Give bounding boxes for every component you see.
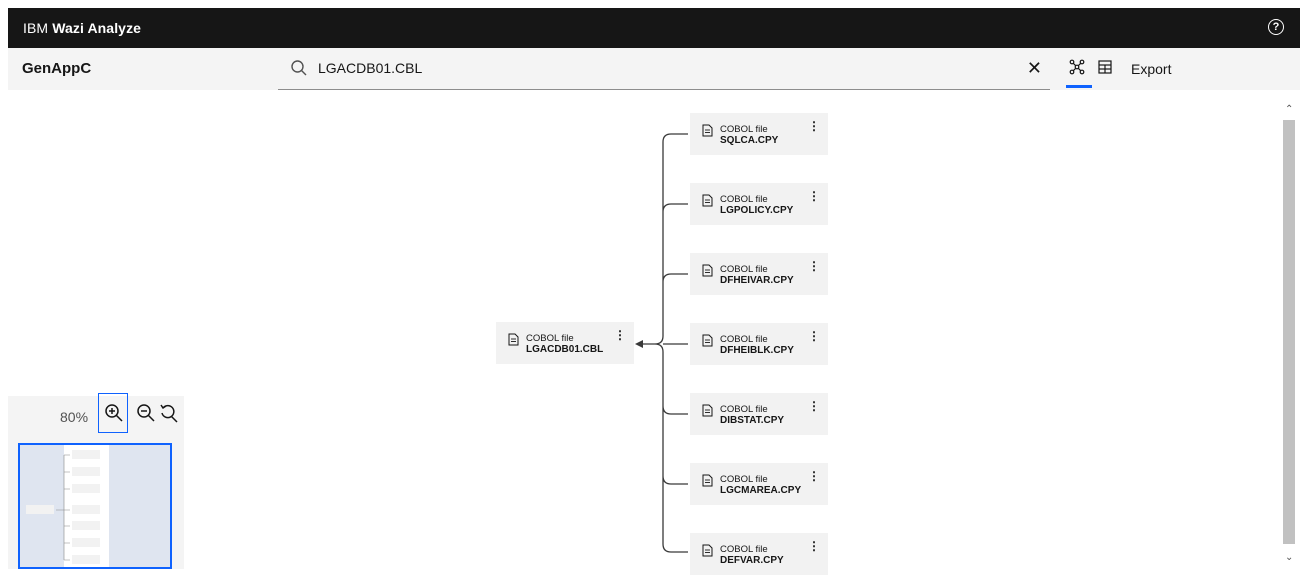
minimap-node	[72, 521, 100, 530]
node-type: COBOL file	[720, 544, 768, 555]
minimap-node	[72, 467, 100, 476]
node-type: COBOL file	[720, 124, 768, 135]
edge-lines	[642, 133, 688, 553]
edge-arrowhead	[635, 340, 643, 348]
zoom-in-button[interactable]	[98, 393, 128, 433]
graph-node-dependency[interactable]: COBOL file DFHEIBLK.CPY ⋮	[690, 323, 828, 365]
help-icon[interactable]: ?	[1268, 19, 1284, 35]
graph-node-dependency[interactable]: COBOL file DFHEIVAR.CPY ⋮	[690, 253, 828, 295]
zoom-panel: 80%	[8, 393, 184, 569]
zoom-out-icon	[137, 404, 155, 422]
search-input[interactable]: LGACDB01.CBL	[318, 60, 422, 76]
reset-zoom-icon	[160, 404, 178, 423]
graph-view-icon[interactable]	[1068, 58, 1086, 81]
project-name: GenAppC	[22, 60, 92, 77]
export-button[interactable]: Export	[1131, 61, 1171, 77]
node-name: DEFVAR.CPY	[720, 555, 784, 566]
minimap-node	[72, 555, 100, 564]
vertical-scrollbar[interactable]: ⌃ ⌄	[1283, 100, 1295, 569]
graph-node-dependency[interactable]: COBOL file SQLCA.CPY ⋮	[690, 113, 828, 155]
scrollbar-thumb[interactable]	[1283, 120, 1295, 544]
node-name: DFHEIBLK.CPY	[720, 345, 794, 356]
file-icon	[702, 264, 713, 277]
node-name: DIBSTAT.CPY	[720, 415, 785, 426]
node-type: COBOL file	[720, 194, 768, 205]
minimap[interactable]	[18, 443, 172, 569]
minimap-node	[72, 505, 100, 514]
node-name: LGCMAREA.CPY	[720, 485, 802, 496]
graph-node-dependency[interactable]: COBOL file LGCMAREA.CPY ⋮	[690, 463, 828, 505]
minimap-node	[72, 538, 100, 547]
overflow-menu-icon[interactable]: ⋮	[808, 120, 820, 132]
node-name: LGPOLICY.CPY	[720, 205, 794, 216]
node-name: SQLCA.CPY	[720, 135, 779, 146]
minimap-node	[72, 484, 100, 493]
file-icon	[508, 333, 519, 346]
overflow-menu-icon[interactable]: ⋮	[614, 329, 626, 341]
toolbar: GenAppC LGACDB01.CBL ✕ Export	[8, 48, 1300, 90]
file-icon	[702, 404, 713, 417]
active-view-indicator	[1066, 85, 1092, 88]
file-icon	[702, 124, 713, 137]
node-type: COBOL file	[526, 333, 574, 344]
file-icon	[702, 334, 713, 347]
scroll-up-icon[interactable]: ⌃	[1285, 104, 1293, 115]
minimap-node	[26, 505, 54, 514]
scroll-down-icon[interactable]: ⌄	[1285, 552, 1293, 563]
overflow-menu-icon[interactable]: ⋮	[808, 540, 820, 552]
node-type: COBOL file	[720, 474, 768, 485]
brand: IBM Wazi Analyze	[23, 20, 141, 36]
brand-prefix: IBM	[23, 20, 49, 36]
node-name: DFHEIVAR.CPY	[720, 275, 794, 286]
graph-node-dependency[interactable]: COBOL file DIBSTAT.CPY ⋮	[690, 393, 828, 435]
overflow-menu-icon[interactable]: ⋮	[808, 470, 820, 482]
file-icon	[702, 474, 713, 487]
zoom-in-icon	[105, 404, 123, 422]
node-type: COBOL file	[720, 334, 768, 345]
zoom-out-button[interactable]	[136, 403, 156, 428]
zoom-level: 80%	[60, 409, 89, 425]
node-type: COBOL file	[720, 264, 768, 275]
app-header: IBM Wazi Analyze ?	[8, 8, 1300, 48]
brand-name: Wazi Analyze	[52, 20, 142, 36]
table-view-icon[interactable]	[1096, 58, 1114, 81]
file-icon	[702, 194, 713, 207]
overflow-menu-icon[interactable]: ⋮	[808, 330, 820, 342]
zoom-reset-button[interactable]	[159, 403, 179, 428]
overflow-menu-icon[interactable]: ⋮	[808, 400, 820, 412]
file-icon	[702, 544, 713, 557]
graph-node-dependency[interactable]: COBOL file LGPOLICY.CPY ⋮	[690, 183, 828, 225]
node-name: LGACDB01.CBL	[526, 344, 604, 355]
overflow-menu-icon[interactable]: ⋮	[808, 260, 820, 272]
close-icon[interactable]: ✕	[1027, 58, 1042, 79]
search-icon	[291, 60, 307, 76]
node-type: COBOL file	[720, 404, 768, 415]
graph-node-root[interactable]: COBOL file LGACDB01.CBL ⋮	[496, 322, 634, 364]
overflow-menu-icon[interactable]: ⋮	[808, 190, 820, 202]
search-bar[interactable]: LGACDB01.CBL ✕	[278, 48, 1050, 90]
minimap-node	[72, 450, 100, 459]
